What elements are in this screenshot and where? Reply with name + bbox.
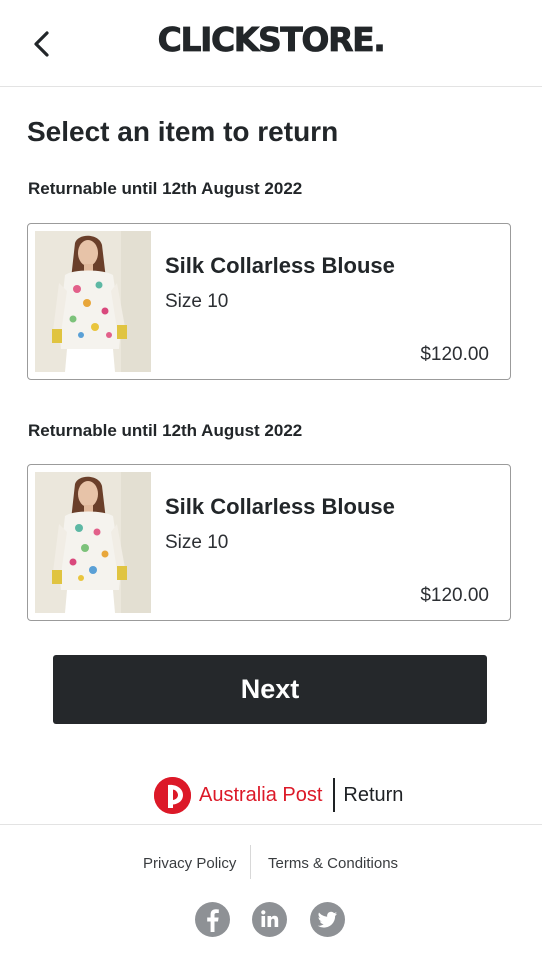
- item-size: Size 10: [165, 291, 229, 312]
- return-item-card[interactable]: Silk Collarless Blouse Size 10 $120.00: [27, 464, 511, 621]
- item-name: Silk Collarless Blouse: [165, 253, 395, 278]
- next-button[interactable]: Next: [53, 655, 487, 724]
- linkedin-icon: [261, 910, 279, 927]
- twitter-link[interactable]: [310, 902, 345, 937]
- linkedin-link[interactable]: [252, 902, 287, 937]
- footer-link-separator: [250, 845, 251, 879]
- returnable-date-label: Returnable until 12th August 2022: [28, 421, 303, 440]
- return-item-card[interactable]: Silk Collarless Blouse Size 10 $120.00: [27, 223, 511, 380]
- australia-post-icon: [154, 776, 191, 814]
- item-price: $120.00: [420, 585, 489, 606]
- returnable-date-label: Returnable until 12th August 2022: [28, 179, 303, 198]
- store-logo: CLICKSTORE.: [157, 20, 386, 60]
- facebook-icon: [207, 909, 219, 932]
- product-image: [35, 231, 151, 372]
- logo-divider: [333, 778, 336, 812]
- item-name: Silk Collarless Blouse: [165, 494, 395, 519]
- australia-post-return-logo: Australia Post Return: [154, 775, 403, 815]
- australia-post-label: Australia Post: [199, 783, 323, 806]
- terms-conditions-link[interactable]: Terms & Conditions: [268, 855, 398, 872]
- item-price: $120.00: [420, 344, 489, 365]
- return-label: Return: [343, 783, 404, 806]
- item-size: Size 10: [165, 532, 229, 553]
- privacy-policy-link[interactable]: Privacy Policy: [143, 855, 236, 872]
- page-title: Select an item to return: [27, 116, 339, 147]
- app-header: CLICKSTORE.: [0, 0, 542, 87]
- twitter-icon: [317, 911, 337, 928]
- footer-divider: [0, 824, 542, 825]
- facebook-link[interactable]: [195, 902, 230, 937]
- product-image: [35, 472, 151, 613]
